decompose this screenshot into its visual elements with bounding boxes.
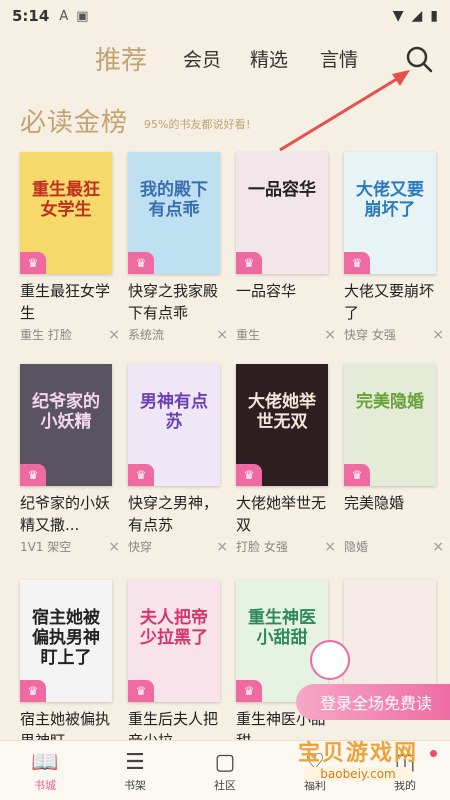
book-title[interactable]: 重生最狂女学生 bbox=[20, 280, 116, 324]
cover-title: 完美隐婚 bbox=[356, 392, 424, 412]
book-tags: 重生 打脸 bbox=[20, 328, 72, 342]
crown-icon: ♛ bbox=[128, 680, 154, 702]
cover-title: 我的殿下有点乖 bbox=[140, 180, 208, 220]
tab-recommend[interactable]: 推荐 bbox=[95, 40, 147, 77]
bottom-nav-bookshelf[interactable]: ☰ 书架 bbox=[90, 741, 180, 800]
cover-title: 男神有点苏 bbox=[140, 392, 208, 432]
book-title[interactable]: 一品容华 bbox=[236, 280, 332, 324]
section-subtitle: 95%的书友都说好看！ bbox=[144, 118, 257, 131]
mascot-icon bbox=[310, 640, 350, 680]
book-card[interactable]: 纪爷家的小妖精 ♛ 纪爷家的小妖精又撒... 1V1 架空 × bbox=[20, 364, 120, 555]
bottom-nav-bookstore[interactable]: 📖 书城 bbox=[0, 741, 90, 800]
cover-title: 重生神医小甜甜 bbox=[248, 608, 316, 648]
status-time: 5:14 bbox=[12, 7, 50, 25]
close-icon[interactable]: × bbox=[324, 327, 336, 343]
profile-icon: ◫ bbox=[394, 749, 416, 775]
cover-title: 宿主她被偏执男神盯上了 bbox=[32, 608, 100, 668]
signal-icon: ◢ bbox=[411, 8, 423, 24]
tab-vip[interactable]: 会员 bbox=[183, 45, 221, 72]
book-tags: 系统流 bbox=[128, 328, 165, 342]
status-bar: 5:14 A ▣ ▼ ◢ ▮ bbox=[0, 0, 450, 32]
bottom-nav-community[interactable]: ▢ 社区 bbox=[180, 741, 270, 800]
book-cover[interactable]: 大佬又要崩坏了 ♛ bbox=[344, 152, 436, 274]
book-cover[interactable]: 宿主她被偏执男神盯上了 ♛ bbox=[20, 580, 112, 702]
cover-title: 纪爷家的小妖精 bbox=[32, 392, 100, 432]
close-icon[interactable]: × bbox=[432, 539, 444, 555]
book-card[interactable]: 大佬她举世无双 ♛ 大佬她举世无双 打脸 女强 × bbox=[236, 364, 336, 555]
bottom-nav-label: 书架 bbox=[124, 778, 146, 792]
book-title[interactable]: 完美隐婚 bbox=[344, 492, 440, 536]
crown-icon: ♛ bbox=[20, 680, 46, 702]
cover-title: 夫人把帝少拉黑了 bbox=[140, 608, 208, 648]
cover-title: 重生最狂女学生 bbox=[32, 180, 100, 220]
bottom-nav-welfare[interactable]: ♡ 福利 bbox=[270, 741, 360, 800]
crown-icon: ♛ bbox=[128, 464, 154, 486]
bookshelf-icon: ☰ bbox=[125, 749, 145, 775]
crown-icon: ♛ bbox=[344, 252, 370, 274]
wifi-icon: ▼ bbox=[392, 8, 404, 24]
book-cover[interactable]: 男神有点苏 ♛ bbox=[128, 364, 220, 486]
book-tags: 打脸 女强 bbox=[236, 540, 288, 554]
arrow-annotation-icon bbox=[279, 70, 410, 152]
crown-icon: ♛ bbox=[20, 464, 46, 486]
book-card[interactable]: 一品容华 ♛ 一品容华 重生 × bbox=[236, 152, 336, 343]
close-icon[interactable]: × bbox=[432, 327, 444, 343]
book-cover[interactable]: 完美隐婚 ♛ bbox=[344, 364, 436, 486]
book-title[interactable]: 快穿之男神，有点苏 bbox=[128, 492, 224, 536]
book-card[interactable]: 大佬又要崩坏了 ♛ 大佬又要崩坏了 快穿 女强 × bbox=[344, 152, 444, 343]
community-icon: ▢ bbox=[214, 749, 236, 775]
close-icon[interactable]: × bbox=[108, 539, 120, 555]
a-icon: A bbox=[59, 8, 69, 24]
section-title: 必读金榜 bbox=[20, 108, 129, 138]
bottom-nav: 📖 书城 ☰ 书架 ▢ 社区 ♡ 福利 ◫ 我的 bbox=[0, 740, 450, 800]
bottom-nav-label: 书城 bbox=[34, 778, 56, 792]
book-tags: 快穿 bbox=[128, 540, 153, 554]
book-title[interactable]: 大佬她举世无双 bbox=[236, 492, 332, 536]
close-icon[interactable]: × bbox=[216, 539, 228, 555]
book-tags: 重生 bbox=[236, 328, 261, 342]
bottom-nav-profile[interactable]: ◫ 我的 bbox=[360, 741, 450, 800]
book-card[interactable]: 夫人把帝少拉黑了 ♛ 重生后夫人把帝少拉... bbox=[128, 580, 224, 752]
book-tags: 1V1 架空 bbox=[20, 540, 72, 554]
close-icon[interactable]: × bbox=[324, 539, 336, 555]
book-cover[interactable]: 重生最狂女学生 ♛ bbox=[20, 152, 112, 274]
book-cover[interactable]: 大佬她举世无双 ♛ bbox=[236, 364, 328, 486]
book-card[interactable]: 宿主她被偏执男神盯上了 ♛ 宿主她被偏执男神盯... bbox=[20, 580, 116, 752]
close-icon[interactable]: × bbox=[216, 327, 228, 343]
book-title[interactable]: 纪爷家的小妖精又撒... bbox=[20, 492, 116, 536]
book-card[interactable]: 男神有点苏 ♛ 快穿之男神，有点苏 快穿 × bbox=[128, 364, 228, 555]
crown-icon: ♛ bbox=[236, 464, 262, 486]
book-card[interactable]: 完美隐婚 ♛ 完美隐婚 隐婚 × bbox=[344, 364, 444, 555]
book-card[interactable]: 重生最狂女学生 ♛ 重生最狂女学生 重生 打脸 × bbox=[20, 152, 120, 343]
bookstore-icon: 📖 bbox=[31, 749, 59, 775]
login-promo-button[interactable]: 登录全场免费读 bbox=[296, 684, 450, 720]
notification-dot bbox=[430, 750, 437, 757]
book-tags: 快穿 女强 bbox=[344, 328, 396, 342]
bottom-nav-label: 我的 bbox=[394, 778, 416, 792]
crown-icon: ♛ bbox=[344, 464, 370, 486]
crown-icon: ♛ bbox=[20, 252, 46, 274]
crown-icon: ♛ bbox=[236, 252, 262, 274]
book-card[interactable]: 我的殿下有点乖 ♛ 快穿之我家殿下有点乖 系统流 × bbox=[128, 152, 228, 343]
bottom-nav-label: 社区 bbox=[214, 778, 236, 792]
book-title[interactable]: 大佬又要崩坏了 bbox=[344, 280, 440, 324]
book-cover[interactable]: 纪爷家的小妖精 ♛ bbox=[20, 364, 112, 486]
crown-icon: ♛ bbox=[128, 252, 154, 274]
book-title[interactable]: 快穿之我家殿下有点乖 bbox=[128, 280, 224, 324]
book-cover[interactable]: 夫人把帝少拉黑了 ♛ bbox=[128, 580, 220, 702]
battery-icon: ▮ bbox=[430, 8, 438, 24]
cover-title: 一品容华 bbox=[248, 180, 316, 200]
close-icon[interactable]: × bbox=[108, 327, 120, 343]
crown-icon: ♛ bbox=[236, 680, 262, 702]
notification-icon: ▣ bbox=[76, 8, 89, 24]
book-cover[interactable]: 我的殿下有点乖 ♛ bbox=[128, 152, 220, 274]
book-tags: 隐婚 bbox=[344, 540, 369, 554]
bottom-nav-label: 福利 bbox=[304, 778, 326, 792]
book-cover[interactable]: 一品容华 ♛ bbox=[236, 152, 328, 274]
cover-title: 大佬她举世无双 bbox=[248, 392, 316, 432]
welfare-icon: ♡ bbox=[305, 749, 325, 775]
cover-title: 大佬又要崩坏了 bbox=[356, 180, 424, 220]
